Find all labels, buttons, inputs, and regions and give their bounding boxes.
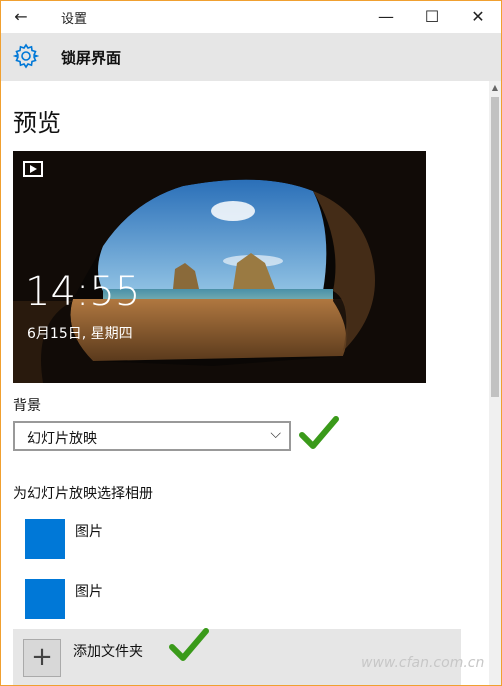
page-title: 锁屏界面 [61,49,122,67]
album-item[interactable]: 图片 [13,519,433,569]
window-title: 设置 [61,12,88,27]
plus-icon: + [23,639,61,677]
preview-heading: 预览 [13,109,61,137]
main-content: 预览 14:55 6月15日, 星期四 背景 幻灯片放映 ⌵ 为幻灯片放映选择相… [1,81,489,685]
album-folder-tile [25,519,65,559]
scroll-up-icon[interactable]: ▲ [489,81,501,95]
albums-heading: 为幻灯片放映选择相册 [13,486,153,502]
album-label: 图片 [75,584,103,600]
scrollbar[interactable]: ▲ [489,81,501,685]
background-label: 背景 [13,398,41,414]
background-selected-value: 幻灯片放映 [27,431,97,447]
watermark: www.cfan.com.cn [361,655,485,671]
album-item[interactable]: 图片 [13,579,433,629]
settings-window: ← 设置 — ☐ ✕ 锁屏界面 预览 14:55 6月15日, 星期四 背景 幻… [0,0,502,686]
background-dropdown[interactable]: 幻灯片放映 ⌵ [13,421,291,451]
minimize-button[interactable]: — [363,1,409,33]
maximize-button[interactable]: ☐ [409,1,455,33]
checkmark-icon [169,628,209,661]
checkmark-icon [299,416,339,449]
album-folder-tile [25,579,65,619]
add-folder-label: 添加文件夹 [73,644,143,660]
back-icon[interactable]: ← [11,7,31,27]
preview-time: 14:55 [25,269,141,315]
lockscreen-image [13,151,426,383]
preview-date: 6月15日, 星期四 [27,326,133,342]
slideshow-icon [23,161,43,177]
gear-icon [13,43,39,69]
close-button[interactable]: ✕ [455,1,501,33]
chevron-down-icon: ⌵ [270,426,281,442]
title-bar: ← 设置 — ☐ ✕ [1,1,501,33]
scroll-thumb[interactable] [491,97,499,397]
album-label: 图片 [75,524,103,540]
page-header: 锁屏界面 [1,33,501,81]
lockscreen-preview: 14:55 6月15日, 星期四 [13,151,426,383]
